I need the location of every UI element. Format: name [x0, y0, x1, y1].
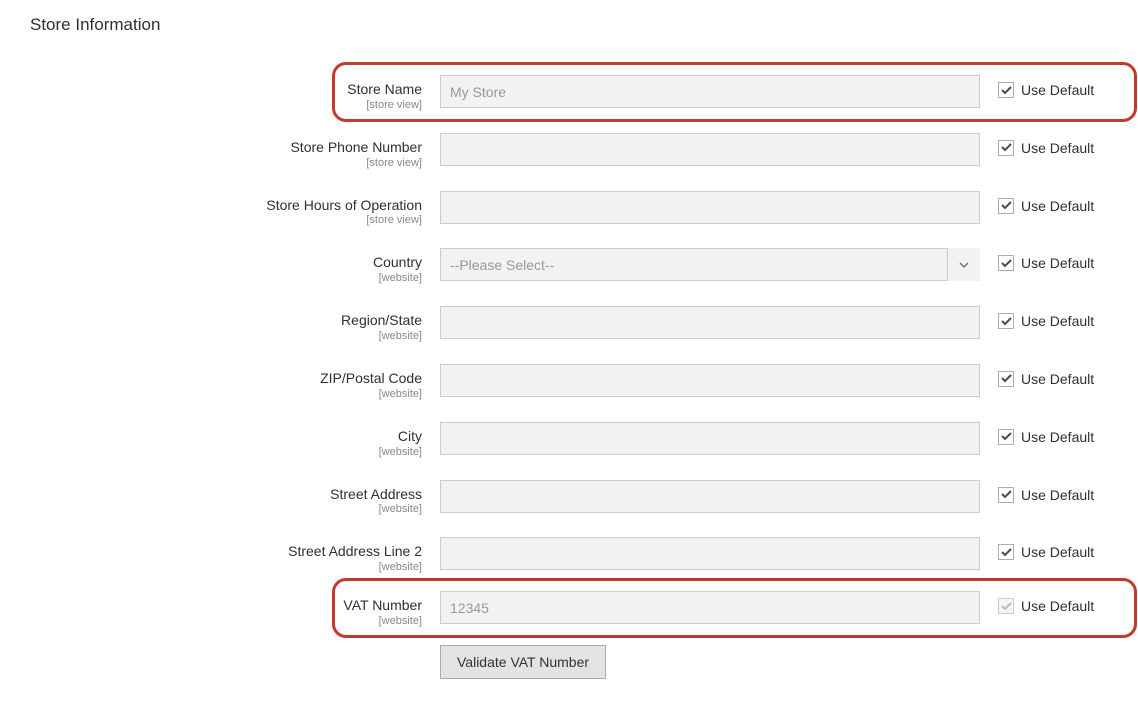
label-zip: ZIP/Postal Code — [10, 370, 422, 387]
checkbox-label-street2: Use Default — [1021, 544, 1094, 560]
scope-store-hours: [store view] — [10, 214, 422, 226]
select-country[interactable] — [440, 248, 980, 281]
input-vat[interactable] — [440, 591, 980, 624]
input-region[interactable] — [440, 306, 980, 339]
input-store-phone[interactable] — [440, 133, 980, 166]
input-store-hours[interactable] — [440, 191, 980, 224]
scope-store-phone: [store view] — [10, 157, 422, 169]
label-street1: Street Address — [10, 486, 422, 503]
scope-store-name: [store view] — [10, 99, 422, 111]
checkbox-label-zip: Use Default — [1021, 371, 1094, 387]
input-street1[interactable] — [440, 480, 980, 513]
row-street2: Street Address Line 2 [website] Use Defa… — [10, 537, 1128, 573]
checkbox-street1[interactable] — [998, 487, 1014, 503]
row-country: Country [website] Use Default — [10, 248, 1128, 284]
row-validate: Validate VAT Number — [10, 645, 1128, 679]
store-info-form: Store Name [store view] Use Default Stor… — [10, 75, 1128, 679]
input-store-name[interactable] — [440, 75, 980, 108]
row-city: City [website] Use Default — [10, 422, 1128, 458]
row-street1: Street Address [website] Use Default — [10, 480, 1128, 516]
checkbox-zip[interactable] — [998, 371, 1014, 387]
scope-street2: [website] — [10, 561, 422, 573]
checkbox-label-street1: Use Default — [1021, 487, 1094, 503]
scope-country: [website] — [10, 272, 422, 284]
checkbox-country[interactable] — [998, 255, 1014, 271]
checkbox-label-region: Use Default — [1021, 313, 1094, 329]
checkbox-label-city: Use Default — [1021, 429, 1094, 445]
checkbox-vat — [998, 598, 1014, 614]
section-title: Store Information — [10, 15, 1128, 35]
scope-zip: [website] — [10, 388, 422, 400]
label-store-phone: Store Phone Number — [10, 139, 422, 156]
row-zip: ZIP/Postal Code [website] Use Default — [10, 364, 1128, 400]
checkbox-region[interactable] — [998, 313, 1014, 329]
checkbox-label-vat: Use Default — [1021, 598, 1094, 614]
scope-region: [website] — [10, 330, 422, 342]
label-store-name: Store Name — [10, 81, 422, 98]
label-street2: Street Address Line 2 — [10, 543, 422, 560]
label-region: Region/State — [10, 312, 422, 329]
row-vat: VAT Number [website] Use Default — [10, 591, 1128, 627]
checkbox-label-store-name: Use Default — [1021, 82, 1094, 98]
row-store-hours: Store Hours of Operation [store view] Us… — [10, 191, 1128, 227]
scope-street1: [website] — [10, 503, 422, 515]
label-vat: VAT Number — [10, 597, 422, 614]
label-country: Country — [10, 254, 422, 271]
row-region: Region/State [website] Use Default — [10, 306, 1128, 342]
label-city: City — [10, 428, 422, 445]
checkbox-store-hours[interactable] — [998, 198, 1014, 214]
select-country-value — [440, 248, 980, 281]
input-street2[interactable] — [440, 537, 980, 570]
scope-city: [website] — [10, 446, 422, 458]
scope-vat: [website] — [10, 615, 422, 627]
checkbox-label-store-phone: Use Default — [1021, 140, 1094, 156]
row-store-phone: Store Phone Number [store view] Use Defa… — [10, 133, 1128, 169]
input-zip[interactable] — [440, 364, 980, 397]
input-city[interactable] — [440, 422, 980, 455]
checkbox-store-phone[interactable] — [998, 140, 1014, 156]
checkbox-street2[interactable] — [998, 544, 1014, 560]
label-store-hours: Store Hours of Operation — [10, 197, 422, 214]
checkbox-label-country: Use Default — [1021, 255, 1094, 271]
checkbox-city[interactable] — [998, 429, 1014, 445]
validate-vat-button[interactable]: Validate VAT Number — [440, 645, 606, 679]
row-store-name: Store Name [store view] Use Default — [10, 75, 1128, 111]
checkbox-store-name[interactable] — [998, 82, 1014, 98]
checkbox-label-store-hours: Use Default — [1021, 198, 1094, 214]
